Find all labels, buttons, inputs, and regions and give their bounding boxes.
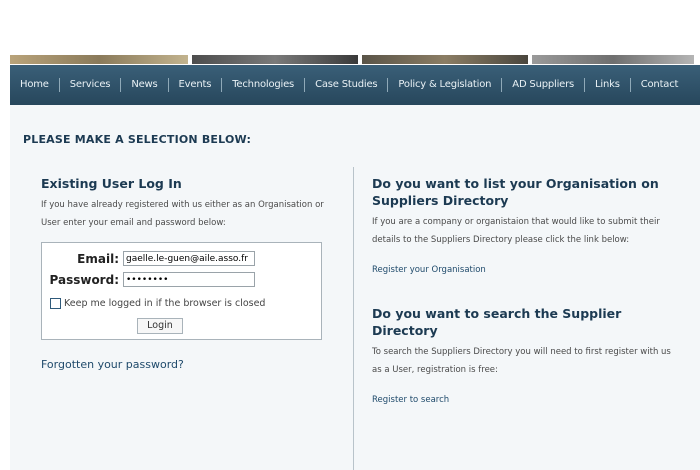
main-nav: Home Services News Events Technologies C… <box>10 65 700 105</box>
login-section: Existing User Log In If you have already… <box>41 175 331 371</box>
header-banner <box>10 55 700 64</box>
register-search-link[interactable]: Register to search <box>372 395 682 405</box>
banner-image <box>192 55 358 64</box>
banner-image <box>10 55 188 64</box>
nav-ad-suppliers[interactable]: AD Suppliers <box>502 78 586 92</box>
nav-events[interactable]: Events <box>169 78 223 92</box>
password-row: Password: <box>49 272 255 287</box>
remember-checkbox[interactable] <box>50 298 61 309</box>
search-section: Do you want to search the Supplier Direc… <box>372 305 682 405</box>
nav-technologies[interactable]: Technologies <box>222 78 306 92</box>
banner-image <box>532 55 694 64</box>
register-organisation-link[interactable]: Register your Organisation <box>372 265 682 275</box>
main-content: PLEASE MAKE A SELECTION BELOW: Existing … <box>10 105 700 470</box>
login-form: Email: Password: Keep me logged in if th… <box>41 242 322 340</box>
email-row: Email: <box>77 251 255 266</box>
nav-case-studies[interactable]: Case Studies <box>305 78 389 92</box>
nav-links[interactable]: Links <box>585 78 631 92</box>
column-divider <box>353 167 354 470</box>
search-description: To search the Suppliers Directory you wi… <box>372 347 671 375</box>
remember-me: Keep me logged in if the browser is clos… <box>50 298 265 309</box>
nav-contact[interactable]: Contact <box>631 78 689 92</box>
list-organisation-section: Do you want to list your Organisation on… <box>372 175 682 275</box>
page-title: PLEASE MAKE A SELECTION BELOW: <box>23 133 252 146</box>
nav-services[interactable]: Services <box>60 78 122 92</box>
remember-label: Keep me logged in if the browser is clos… <box>64 298 266 309</box>
right-column: Do you want to list your Organisation on… <box>372 175 682 405</box>
list-org-heading: Do you want to list your Organisation on… <box>372 176 659 208</box>
list-org-description: If you are a company or organistaion tha… <box>372 217 660 245</box>
password-field[interactable] <box>123 272 255 287</box>
password-label: Password: <box>49 272 120 287</box>
nav-home[interactable]: Home <box>10 78 60 92</box>
banner-image <box>362 55 528 64</box>
email-field[interactable] <box>123 251 255 266</box>
email-label: Email: <box>77 251 119 266</box>
login-button[interactable]: Login <box>137 318 183 334</box>
forgot-password-link[interactable]: Forgotten your password? <box>41 358 331 371</box>
nav-policy-legislation[interactable]: Policy & Legislation <box>388 78 503 92</box>
nav-news[interactable]: News <box>121 78 169 92</box>
login-heading: Existing User Log In <box>41 176 182 191</box>
login-description: If you have already registered with us e… <box>41 200 324 228</box>
search-heading: Do you want to search the Supplier Direc… <box>372 306 622 338</box>
